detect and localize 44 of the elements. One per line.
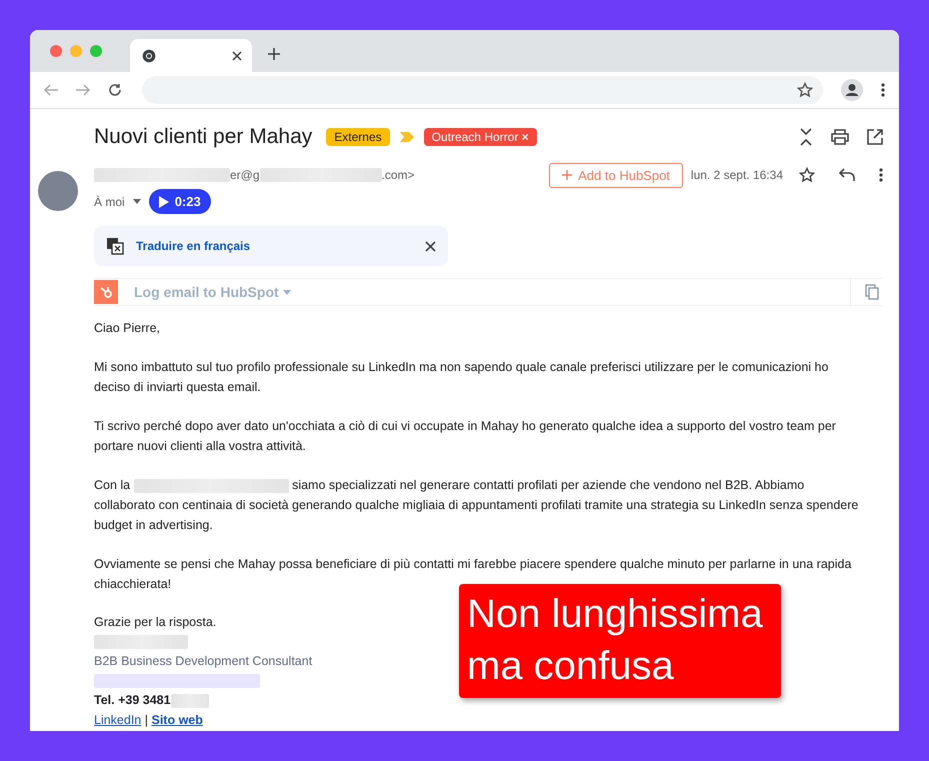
copy-icon[interactable] bbox=[865, 284, 879, 300]
signature-phone: Tel. +39 3481 bbox=[94, 692, 171, 709]
email-subject: Nuovi clienti per Mahay bbox=[94, 125, 312, 149]
body-paragraph: Con la siamo specializzati nel generare contatti profilati per aziende che vendono nel B2B. Abbiamo collaborato con centinaia di società generando qualche migliaia di appuntamenti profilati tramite una strategia su LinkedIn senza spendere budget in advertising. bbox=[94, 477, 859, 534]
close-icon[interactable] bbox=[232, 50, 242, 60]
profile-icon[interactable] bbox=[841, 79, 863, 101]
collapse-icon[interactable] bbox=[799, 128, 813, 146]
more-options-icon[interactable] bbox=[879, 168, 883, 182]
linkedin-link[interactable]: LinkedIn bbox=[94, 710, 142, 730]
link-separator: | bbox=[144, 712, 148, 729]
bookmark-star-icon[interactable] bbox=[797, 82, 813, 98]
signature-role: B2B Business Development Consultant bbox=[94, 653, 312, 670]
print-icon[interactable] bbox=[831, 129, 849, 145]
recipient-dropdown[interactable]: À moi bbox=[94, 194, 125, 208]
body-paragraph: Ciao Pierre, bbox=[94, 320, 161, 337]
reload-icon[interactable] bbox=[108, 83, 122, 97]
sender-address: .com> bbox=[382, 168, 415, 182]
plus-icon bbox=[562, 170, 572, 180]
signature-closing: Grazie per la risposta. bbox=[94, 614, 216, 631]
translate-link[interactable]: Traduire en français bbox=[136, 239, 250, 253]
play-icon bbox=[158, 196, 169, 208]
sender-address: er@g bbox=[230, 168, 260, 182]
open-new-window-icon[interactable] bbox=[867, 129, 883, 145]
hubspot-logo-icon bbox=[94, 280, 118, 304]
caret-icon[interactable] bbox=[132, 199, 141, 204]
website-link[interactable]: Sito web bbox=[151, 710, 203, 730]
label-chip[interactable]: Outreach Horror × bbox=[424, 128, 537, 146]
more-options-icon[interactable] bbox=[881, 83, 885, 97]
body-paragraph: Ti scrivo perché dopo aver dato un'occhiata a ciò di cui vi occupate in Mahay ho generato qualche idea a supporto del vostro team per portare nuovi clienti alla vostra attività. bbox=[94, 418, 837, 455]
label-chip[interactable]: Externes bbox=[326, 128, 390, 146]
annotation-note: Non lunghissima ma confusa bbox=[459, 584, 781, 698]
browser-tab[interactable] bbox=[130, 39, 252, 72]
reply-icon[interactable] bbox=[839, 168, 855, 182]
close-icon[interactable] bbox=[425, 240, 436, 252]
translate-icon bbox=[106, 237, 124, 255]
star-icon[interactable] bbox=[799, 167, 815, 183]
body-paragraph: Mi sono imbattuto sul tuo profilo professionale su LinkedIn ma non sapendo quale canale preferisci utilizzare per le comunicazioni ho deciso di inviarti questa email. bbox=[94, 359, 830, 396]
redacted-text bbox=[170, 694, 209, 708]
voice-note-button[interactable]: 0:23 bbox=[148, 189, 211, 214]
email-date: lun. 2 sept. 16:34 bbox=[690, 168, 783, 182]
sender-avatar bbox=[38, 171, 78, 211]
new-tab-icon[interactable] bbox=[268, 48, 280, 60]
importance-marker-icon bbox=[400, 132, 414, 142]
browser-logo-icon bbox=[142, 48, 156, 62]
